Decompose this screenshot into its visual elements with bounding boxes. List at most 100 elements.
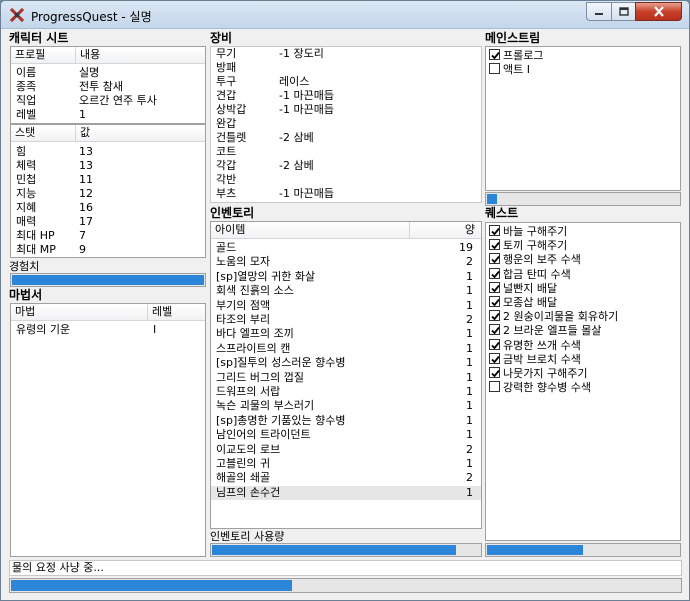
equipment-row[interactable]: 건틀렛 -2 삼베 xyxy=(211,131,481,145)
inventory-header-qty[interactable]: 양 xyxy=(410,222,481,238)
equipment-row-key: 방패 xyxy=(216,61,237,74)
checked-checkbox-icon[interactable] xyxy=(489,352,500,364)
inventory-row[interactable]: 이교도의 로브 2 xyxy=(211,443,481,457)
mainstory-progress-fill xyxy=(487,194,497,204)
spellbook-list[interactable]: 마법 레벨 유령의 기운 I xyxy=(10,303,206,557)
equipment-row[interactable]: 방패 xyxy=(211,61,481,75)
stats-list[interactable]: 스탯 값 힘 13 체력 13 민첩 11 지능 12 지혜 16 매력 17 최대 HP 7 최대 MP 9 xyxy=(10,124,206,258)
checked-checkbox-icon[interactable] xyxy=(489,338,500,350)
quest-item[interactable]: 바늘 구해주기 xyxy=(489,225,567,239)
quest-item[interactable]: 유명한 쓰개 수색 xyxy=(489,338,581,353)
unchecked-checkbox-icon[interactable] xyxy=(489,381,500,393)
inventory-row[interactable]: 해골의 쇄골 2 xyxy=(211,471,481,485)
equipment-row-key: 투구 xyxy=(216,75,237,88)
quest-item[interactable]: 모종삽 배달 xyxy=(489,296,557,310)
inventory-row[interactable]: 노움의 모자 2 xyxy=(211,255,481,269)
quest-item[interactable]: 2 원숭이괴물을 회유하기 xyxy=(489,310,618,324)
equipment-row[interactable]: 투구 레이스 xyxy=(211,75,481,89)
quest-item[interactable]: 금박 브로치 수색 xyxy=(489,352,581,367)
stats-header-value[interactable]: 값 xyxy=(76,125,205,141)
maximize-button[interactable] xyxy=(611,2,636,21)
profile-row[interactable]: 레벨 1 xyxy=(11,108,205,122)
equipment-row-value: -2 삼베 xyxy=(279,131,314,144)
quest-item[interactable]: 2 브라운 엘프들 몰살 xyxy=(489,324,601,338)
checked-checkbox-icon[interactable] xyxy=(489,367,500,378)
equipment-row[interactable]: 부츠 -1 마끈매듭 xyxy=(211,187,481,201)
equipment-row[interactable]: 각반 xyxy=(211,173,481,187)
equipment-row[interactable]: 코트 xyxy=(211,145,481,159)
checked-checkbox-icon[interactable] xyxy=(489,281,500,293)
mainstory-item[interactable]: 프롤로그 xyxy=(489,49,543,63)
quest-item[interactable]: 강력한 향수병 수색 xyxy=(489,381,591,395)
checked-checkbox-icon[interactable] xyxy=(489,49,500,60)
stat-row[interactable]: 민첩 11 xyxy=(11,173,205,187)
checked-checkbox-icon[interactable] xyxy=(489,324,500,336)
profile-header-key[interactable]: 프로필 xyxy=(11,47,76,63)
quest-item[interactable]: 행운의 보주 수색 xyxy=(489,253,581,267)
checked-checkbox-icon[interactable] xyxy=(489,310,500,322)
stat-row[interactable]: 체력 13 xyxy=(11,159,205,173)
stat-row[interactable]: 매력 17 xyxy=(11,215,205,229)
character-profile-list[interactable]: 프로필 내용 이름 실명 종족 전투 참새 직업 오르간 연주 투사 레벨 1 xyxy=(10,46,206,124)
quest-item[interactable]: 합금 탄띠 수색 xyxy=(489,267,571,282)
checked-checkbox-icon[interactable] xyxy=(489,253,500,265)
inventory-row[interactable]: [sp]질투의 성스러운 향수병 1 xyxy=(211,356,481,370)
inventory-row[interactable]: 녹슨 괴물의 부스러기 1 xyxy=(211,399,481,413)
stat-row[interactable]: 지능 12 xyxy=(11,187,205,201)
stats-header-key[interactable]: 스탯 xyxy=(11,125,76,141)
quest-item[interactable]: 나뭇가지 구해주기 xyxy=(489,367,587,381)
profile-row[interactable]: 직업 오르간 연주 투사 xyxy=(11,94,205,108)
inventory-row[interactable]: 드워프의 서랍 1 xyxy=(211,385,481,399)
title-bar[interactable]: ProgressQuest - 실명 xyxy=(1,1,689,29)
equipment-row-key: 무기 xyxy=(216,47,237,60)
spell-row[interactable]: 유령의 기운 I xyxy=(11,323,205,337)
checked-checkbox-icon[interactable] xyxy=(489,225,500,236)
inventory-row[interactable]: [sp]총명한 기품있는 향수병 1 xyxy=(211,414,481,428)
spells-header-level[interactable]: 레벨 xyxy=(148,304,205,320)
equipment-row[interactable]: 견갑 -1 마끈매듭 xyxy=(211,89,481,103)
equipment-row-value: -2 삼베 xyxy=(279,159,314,172)
checked-checkbox-icon[interactable] xyxy=(489,239,500,251)
inventory-row[interactable]: 스프라이트의 캔 1 xyxy=(211,342,481,356)
mainstory-list[interactable]: 프롤로그 액트 I xyxy=(485,46,681,191)
inventory-row[interactable]: 부기의 점액 1 xyxy=(211,299,481,313)
stat-row[interactable]: 최대 HP 7 xyxy=(11,229,205,243)
equipment-row[interactable]: 무기 -1 장도리 xyxy=(211,47,481,61)
equipment-row-key: 상박갑 xyxy=(216,103,247,116)
inventory-row-key: 해골의 쇄골 xyxy=(216,471,271,485)
mainstory-item[interactable]: 액트 I xyxy=(489,63,530,77)
inventory-row[interactable]: 골드 19 xyxy=(211,241,481,255)
inventory-row[interactable]: 회색 진흙의 소스 1 xyxy=(211,284,481,298)
profile-row[interactable]: 이름 실명 xyxy=(11,66,205,80)
inventory-list[interactable]: 아이템 양 골드 19 노움의 모자 2 [sp]열망의 귀한 화살 1 회색 진흙의 소스… xyxy=(210,221,482,529)
unchecked-checkbox-icon[interactable] xyxy=(489,63,500,75)
equipment-row[interactable]: 완갑 xyxy=(211,117,481,131)
inventory-header-item[interactable]: 아이템 xyxy=(211,222,410,238)
close-button[interactable] xyxy=(635,2,682,21)
stat-row[interactable]: 최대 MP 9 xyxy=(11,243,205,257)
minimize-button[interactable] xyxy=(586,2,612,21)
inventory-row[interactable]: 고블린의 귀 1 xyxy=(211,457,481,471)
profile-header-value[interactable]: 내용 xyxy=(76,47,205,63)
inventory-row[interactable]: 님프의 손수건 1 xyxy=(211,485,481,501)
checked-checkbox-icon[interactable] xyxy=(489,296,500,307)
inventory-row[interactable]: 그리드 버그의 껍질 1 xyxy=(211,371,481,385)
equipment-row[interactable]: 각갑 -2 삼베 xyxy=(211,159,481,173)
spells-header-name[interactable]: 마법 xyxy=(11,304,148,320)
inventory-row[interactable]: 남인어의 트라이던트 1 xyxy=(211,428,481,442)
checked-checkbox-icon[interactable] xyxy=(489,267,500,279)
profile-row[interactable]: 종족 전투 참새 xyxy=(11,80,205,94)
inventory-row[interactable]: [sp]열망의 귀한 화살 1 xyxy=(211,270,481,284)
inventory-row-value: 1 xyxy=(466,284,473,298)
equipment-list[interactable]: 무기 -1 장도리방패 투구 레이스 견갑 -1 마끈매듭 상박갑 -1 마끈매듭 완갑 건틀렛 -… xyxy=(210,46,482,203)
equipment-row[interactable]: 상박갑 -1 마끈매듭 xyxy=(211,103,481,117)
stat-row-value: 13 xyxy=(79,159,93,172)
inventory-row[interactable]: 타조의 부리 2 xyxy=(211,313,481,327)
stat-row[interactable]: 지혜 16 xyxy=(11,201,205,215)
quest-item[interactable]: 토끼 구해주기 xyxy=(489,239,567,253)
quest-item[interactable]: 널빤지 배달 xyxy=(489,281,557,296)
equipment-row-value: -1 장도리 xyxy=(279,47,324,60)
stat-row[interactable]: 힘 13 xyxy=(11,145,205,159)
inventory-row[interactable]: 바다 엘프의 조끼 1 xyxy=(211,327,481,341)
quest-list[interactable]: 바늘 구해주기 토끼 구해주기 행운의 보주 수색 합금 탄띠 수색 널빤지 배달 모종삽… xyxy=(485,222,681,541)
